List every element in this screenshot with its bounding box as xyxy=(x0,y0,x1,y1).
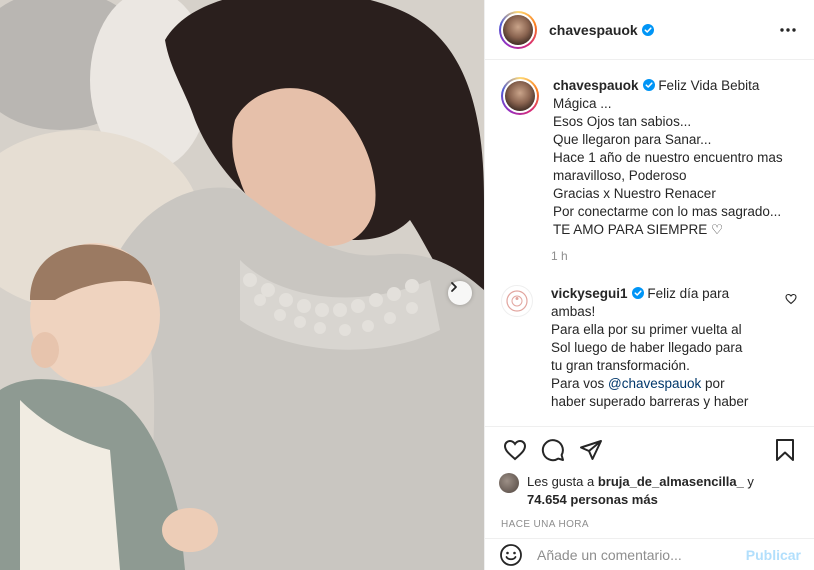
caption-line: TE AMO PARA SIEMPRE ♡ xyxy=(553,222,724,237)
add-comment-bar: Publicar xyxy=(485,538,814,570)
comment-line: Sol luego de haber llegado para xyxy=(551,340,743,355)
likes-prefix: Les gusta a xyxy=(527,474,598,489)
post-timestamp[interactable]: HACE UNA HORA xyxy=(501,519,801,530)
post-actions: Les gusta a bruja_de_almasencilla_ y 74.… xyxy=(485,426,814,530)
photo-illustration xyxy=(0,0,484,570)
comment-icon xyxy=(541,439,564,462)
caption-line: Que llegaron para Sanar... xyxy=(553,132,712,147)
liker-username[interactable]: bruja_de_almasencilla_ xyxy=(598,474,744,489)
publish-button[interactable]: Publicar xyxy=(746,547,801,563)
next-photo-button[interactable] xyxy=(448,281,472,305)
comment-line: Feliz día para xyxy=(647,286,730,301)
caption-avatar[interactable] xyxy=(501,77,539,115)
more-icon xyxy=(780,27,796,32)
share-button[interactable] xyxy=(575,434,607,466)
caption-line: maravilloso, Poderoso xyxy=(553,168,687,183)
comment-line: ambas! xyxy=(551,304,596,319)
author-avatar[interactable] xyxy=(499,10,537,49)
caption-line: Esos Ojos tan sabios... xyxy=(553,114,692,129)
comment-mention-suffix: por xyxy=(701,376,725,391)
verified-badge-icon xyxy=(641,23,654,36)
caption-username[interactable]: chavespauok xyxy=(553,78,639,93)
like-comment-button[interactable] xyxy=(785,293,797,308)
comment-button[interactable] xyxy=(537,434,569,466)
caption-line: Gracias x Nuestro Renacer xyxy=(553,186,716,201)
commenter-username[interactable]: vickysegui1 xyxy=(551,286,628,301)
emoji-icon[interactable] xyxy=(499,543,523,567)
like-button[interactable] xyxy=(499,434,531,466)
author-username[interactable]: chavespauok xyxy=(549,22,638,38)
verified-badge-icon xyxy=(631,287,644,299)
liker-avatar[interactable] xyxy=(499,473,519,493)
comment-item: vickysegui1 Feliz día para ambas! Para e… xyxy=(501,285,799,411)
likes-joiner: y xyxy=(743,474,754,489)
heart-icon xyxy=(785,293,797,305)
comment-line: tu gran transformación. xyxy=(551,358,690,373)
share-icon xyxy=(580,440,602,460)
heart-icon xyxy=(503,439,527,461)
caption-time[interactable]: 1 h xyxy=(551,249,799,263)
likes-summary: Les gusta a bruja_de_almasencilla_ y 74.… xyxy=(499,473,801,509)
caption-line: Por conectarme con lo mas sagrado... xyxy=(553,204,782,219)
more-options-button[interactable] xyxy=(776,18,800,42)
post-caption: chavespauok Feliz Vida Bebita Mágica ...… xyxy=(501,77,799,239)
caption-line: Hace 1 año de nuestro encuentro mas xyxy=(553,150,783,165)
comment-input[interactable] xyxy=(537,546,737,563)
commenter-avatar[interactable] xyxy=(501,285,533,317)
comments-list[interactable]: chavespauok Feliz Vida Bebita Mágica ...… xyxy=(485,61,814,426)
verified-badge-icon xyxy=(642,79,655,91)
post-header: chavespauok xyxy=(485,0,814,60)
caption-line: Mágica ... xyxy=(553,96,612,111)
mention-link[interactable]: @chavespauok xyxy=(608,376,701,391)
commenter-logo-icon xyxy=(506,290,528,312)
post-photo[interactable] xyxy=(0,0,484,570)
likes-count[interactable]: 74.654 personas más xyxy=(527,492,658,507)
caption-line: Feliz Vida Bebita xyxy=(658,78,760,93)
comment-line: Para ella por su primer vuelta al xyxy=(551,322,742,337)
post-sidebar: chavespauok chavespauok Feliz Vida Bebit… xyxy=(484,0,814,570)
comment-line: haber superado barreras y haber xyxy=(551,394,749,409)
bookmark-icon xyxy=(776,439,794,461)
comment-mention-prefix: Para vos xyxy=(551,376,609,391)
save-button[interactable] xyxy=(769,434,801,466)
chevron-right-icon xyxy=(451,282,457,292)
